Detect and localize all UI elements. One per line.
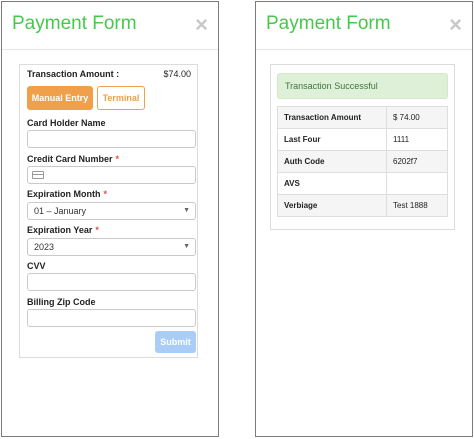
credit-card-icon [32,171,44,179]
panel-title: Payment Form [12,13,137,34]
billing-zip-input[interactable] [27,309,196,327]
result-table: Transaction Amount $ 74.00 Last Four 111… [277,106,448,217]
cvv-input[interactable] [27,273,196,291]
required-marker: * [115,154,120,164]
row-key: Verbiage [277,194,387,217]
chevron-down-icon: ▼ [183,207,190,214]
payment-form: Transaction Amount : $74.00 Manual Entry… [19,64,198,358]
success-alert: Transaction Successful [277,73,448,99]
row-value [386,172,448,195]
billing-zip-label: Billing Zip Code [27,297,96,307]
cvv-label: CVV [27,261,46,271]
row-key: AVS [277,172,387,195]
close-icon[interactable]: × [195,14,208,36]
expiration-year-value: 2023 [34,242,55,252]
table-row: AVS [277,172,448,195]
expiration-month-select[interactable]: 01 – January ▼ [27,202,196,220]
panel-title: Payment Form [266,13,391,34]
manual-entry-tab[interactable]: Manual Entry [27,86,93,110]
card-holder-input[interactable] [27,130,196,148]
table-row: Last Four 1111 [277,128,448,151]
row-value: $ 74.00 [386,106,448,129]
payment-form-panel-left: Payment Form × Transaction Amount : $74.… [1,1,219,437]
submit-button[interactable]: Submit [155,331,196,353]
transaction-result: Transaction Successful Transaction Amoun… [270,64,455,230]
row-key: Auth Code [277,150,387,173]
table-row: Auth Code 6202f7 [277,150,448,173]
required-marker: * [95,225,99,235]
expiration-month-value: 01 – January [34,206,87,216]
expiration-year-label: Expiration Year * [27,225,99,235]
row-value: Test 1888 [386,194,448,217]
credit-card-input[interactable] [27,166,196,184]
card-holder-label: Card Holder Name [27,118,106,128]
row-key: Last Four [277,128,387,151]
row-value: 6202f7 [386,150,448,173]
row-value: 1111 [386,128,448,151]
chevron-down-icon: ▼ [183,243,190,250]
expiration-month-label: Expiration Month * [27,189,108,199]
table-row: Verbiage Test 1888 [277,194,448,217]
transaction-amount-label: Transaction Amount : [27,69,120,79]
required-marker: * [103,189,108,199]
credit-card-label: Credit Card Number * [27,154,120,164]
row-key: Transaction Amount [277,106,387,129]
expiration-year-select[interactable]: 2023 ▼ [27,238,196,256]
table-row: Transaction Amount $ 74.00 [277,106,448,129]
close-icon[interactable]: × [449,14,462,36]
header-divider [256,49,472,50]
transaction-amount-value: $74.00 [163,69,191,79]
terminal-tab[interactable]: Terminal [97,86,145,110]
header-divider [2,49,218,50]
payment-form-panel-right: Payment Form × Transaction Successful Tr… [255,1,473,437]
